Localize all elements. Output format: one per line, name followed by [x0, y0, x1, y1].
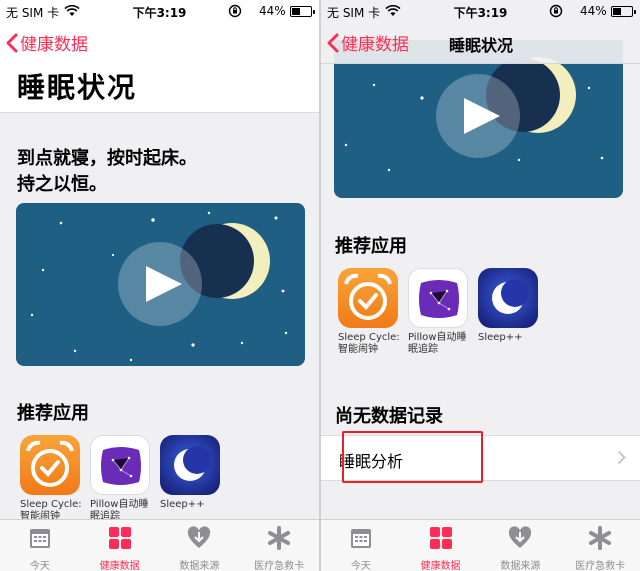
battery-percent: 44%: [580, 4, 607, 18]
calendar-icon: [350, 529, 371, 548]
download-heart-icon: [509, 526, 532, 548]
tab-label: 数据来源: [500, 561, 541, 571]
tab-label: 健康数据: [420, 561, 461, 571]
app-label: Pillow自动睡 眠追踪: [408, 332, 467, 355]
calendar-icon: [29, 529, 50, 548]
app-sleep-plus-plus[interactable]: Sleep++: [478, 268, 540, 344]
app-pillow[interactable]: Pillow自动睡 眠追踪: [408, 268, 470, 356]
battery-icon: [611, 6, 636, 17]
app-sleep-plus-plus[interactable]: Sleep++: [160, 435, 222, 511]
intro-line-1: 到点就寝，按时起床。: [17, 148, 197, 169]
sleep-cycle-icon: [20, 435, 80, 495]
tab-medical-id[interactable]: 医疗急救卡: [560, 520, 640, 571]
night-sky-illustration: [30, 211, 288, 362]
back-label: 健康数据: [20, 35, 88, 55]
tab-label: 医疗急救卡: [575, 561, 626, 571]
asterisk-icon: [268, 526, 291, 550]
recommended-apps-title: 推荐应用: [335, 236, 407, 257]
app-sleep-cycle[interactable]: Sleep Cycle: 智能闹钟: [20, 435, 82, 523]
tab-bar: 今天 健康数据 数据来源 医疗急救卡: [0, 519, 319, 571]
back-button[interactable]: 健康数据: [6, 30, 88, 55]
app-label: Sleep++: [160, 499, 205, 510]
tab-data-sources[interactable]: 数据来源: [481, 520, 561, 571]
right-screen: 无 SIM 卡 下午3:19 44% 健康数据 睡眠状况 推荐应用 Sleep …: [321, 0, 640, 571]
nav-bar: 健康数据: [0, 22, 319, 64]
nav-bar: 健康数据 睡眠状况: [321, 22, 640, 64]
intro-video[interactable]: [16, 203, 305, 366]
app-label: Sleep++: [478, 332, 523, 343]
download-heart-icon: [188, 526, 211, 548]
pillow-icon: [90, 435, 150, 495]
chevron-left-icon: [6, 33, 18, 52]
rotation-lock-icon: [549, 4, 563, 21]
left-screen: 无 SIM 卡 下午3:19 44% 健康数据 睡眠状况 到点就寝，按时起床。 …: [0, 0, 319, 571]
grid-icon: [429, 527, 452, 549]
intro-line-2: 持之以恒。: [17, 174, 107, 195]
app-sleep-cycle[interactable]: Sleep Cycle: 智能闹钟: [338, 268, 400, 356]
sleep-plus-plus-icon: [478, 268, 538, 328]
asterisk-icon: [589, 526, 612, 550]
status-bar: 无 SIM 卡 下午3:19 44%: [321, 0, 640, 22]
pillow-icon: [408, 268, 468, 328]
tab-data-sources[interactable]: 数据来源: [160, 520, 240, 571]
nav-title: 睡眠状况: [448, 36, 513, 55]
battery-percent: 44%: [259, 4, 286, 18]
battery-icon: [290, 6, 315, 17]
chevron-left-icon: [327, 33, 339, 52]
tab-bar: 今天 健康数据 数据来源 医疗急救卡: [321, 519, 640, 571]
tab-health-data[interactable]: 健康数据: [80, 520, 160, 571]
sleep-plus-plus-icon: [160, 435, 220, 495]
tab-today[interactable]: 今天: [321, 520, 401, 571]
no-data-title: 尚无数据记录: [335, 406, 443, 427]
rotation-lock-icon: [228, 4, 242, 21]
tab-health-data[interactable]: 健康数据: [401, 520, 481, 571]
app-pillow[interactable]: Pillow自动睡 眠追踪: [90, 435, 152, 523]
highlight-box: [342, 431, 483, 483]
sleep-cycle-icon: [338, 268, 398, 328]
tab-label: 今天: [350, 561, 371, 571]
page-title: 睡眠状况: [17, 71, 138, 104]
tab-label: 健康数据: [99, 561, 140, 571]
app-label: Sleep Cycle: 智能闹钟: [338, 332, 400, 355]
tab-today[interactable]: 今天: [0, 520, 80, 571]
tab-label: 医疗急救卡: [254, 561, 305, 571]
recommended-apps-title: 推荐应用: [17, 403, 89, 424]
tab-label: 数据来源: [179, 561, 220, 571]
chevron-right-icon: [617, 450, 626, 465]
grid-icon: [108, 527, 131, 549]
status-bar: 无 SIM 卡 下午3:19 44%: [0, 0, 319, 22]
tab-label: 今天: [29, 561, 50, 571]
tab-medical-id[interactable]: 医疗急救卡: [239, 520, 319, 571]
